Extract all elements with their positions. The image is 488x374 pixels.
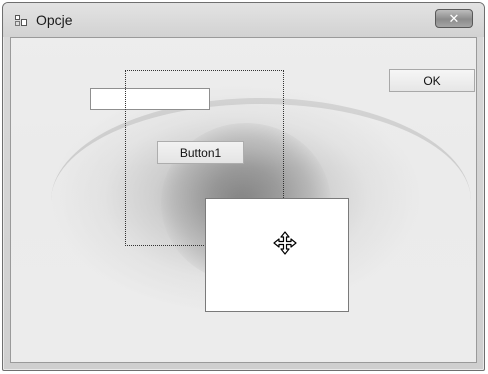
move-cursor-icon bbox=[273, 231, 297, 255]
form-icon bbox=[15, 15, 27, 26]
close-icon: ✕ bbox=[448, 10, 460, 26]
title-bar[interactable]: Opcje ✕ bbox=[3, 3, 484, 37]
window-title: Opcje bbox=[36, 12, 73, 28]
designer-window: Opcje ✕ OK Button1 bbox=[2, 2, 485, 371]
form-client-area[interactable]: OK Button1 bbox=[10, 37, 477, 363]
ok-button[interactable]: OK bbox=[389, 69, 475, 92]
close-button[interactable]: ✕ bbox=[435, 9, 473, 28]
panel[interactable] bbox=[205, 198, 349, 312]
